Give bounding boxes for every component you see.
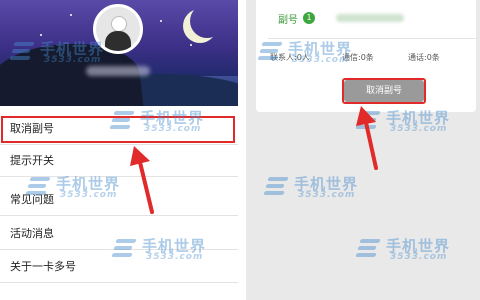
arrow-icon [356, 106, 378, 170]
arrow-icon [130, 146, 154, 214]
annotation-arrows [130, 106, 378, 214]
